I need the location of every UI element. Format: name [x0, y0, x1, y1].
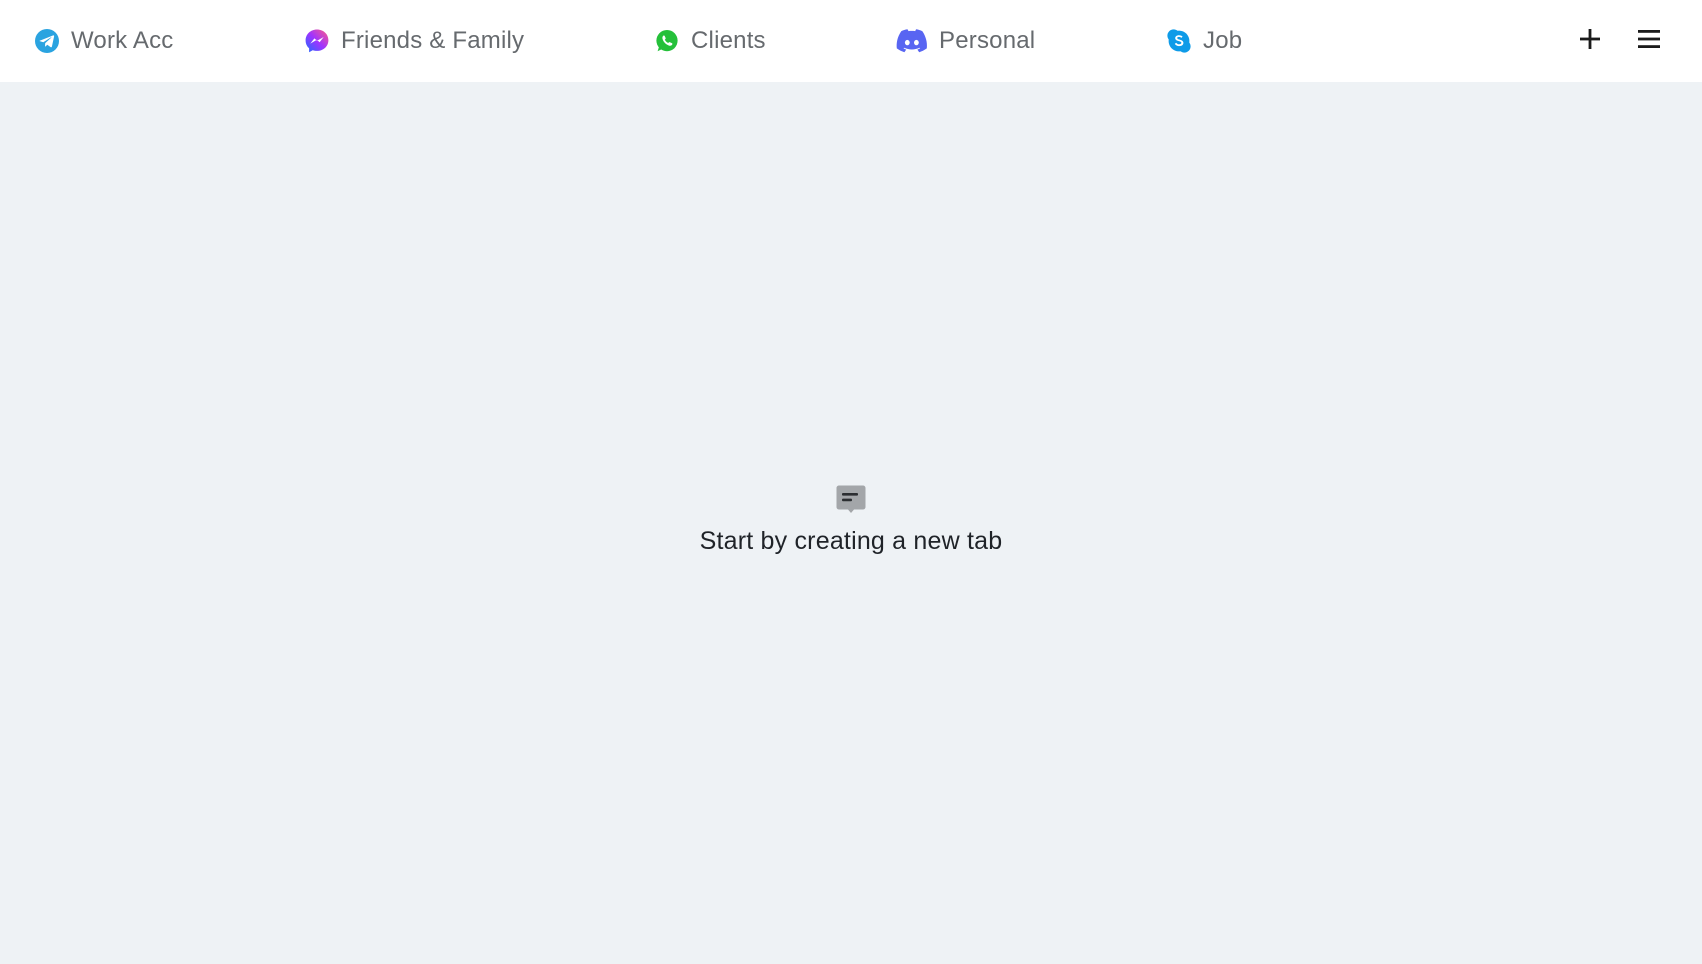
- empty-state-message: Start by creating a new tab: [699, 527, 1003, 555]
- tab-clients[interactable]: Clients: [654, 0, 766, 82]
- tab-label: Clients: [691, 27, 766, 54]
- menu-button[interactable]: [1632, 24, 1666, 58]
- telegram-icon: [34, 28, 60, 54]
- top-bar: Work Acc Friends & Family Clients Person…: [0, 0, 1702, 82]
- tab-friends-family[interactable]: Friends & Family: [304, 0, 524, 82]
- whatsapp-icon: [654, 28, 680, 54]
- discord-icon: [896, 28, 928, 54]
- tab-label: Job: [1203, 27, 1243, 54]
- add-tab-button[interactable]: [1573, 24, 1607, 58]
- tab-job[interactable]: Job: [1166, 0, 1242, 82]
- tab-label: Personal: [939, 27, 1036, 54]
- tab-work-acc[interactable]: Work Acc: [34, 0, 174, 82]
- message-bubble-icon: [835, 483, 867, 515]
- messenger-icon: [304, 28, 330, 54]
- tab-label: Work Acc: [71, 27, 174, 54]
- skype-icon: [1166, 28, 1192, 54]
- empty-state: Start by creating a new tab: [0, 483, 1702, 556]
- plus-icon: [1579, 28, 1601, 55]
- tab-label: Friends & Family: [341, 27, 525, 54]
- hamburger-menu-icon: [1638, 29, 1660, 54]
- main-content: Start by creating a new tab: [0, 82, 1702, 964]
- tab-personal[interactable]: Personal: [896, 0, 1035, 82]
